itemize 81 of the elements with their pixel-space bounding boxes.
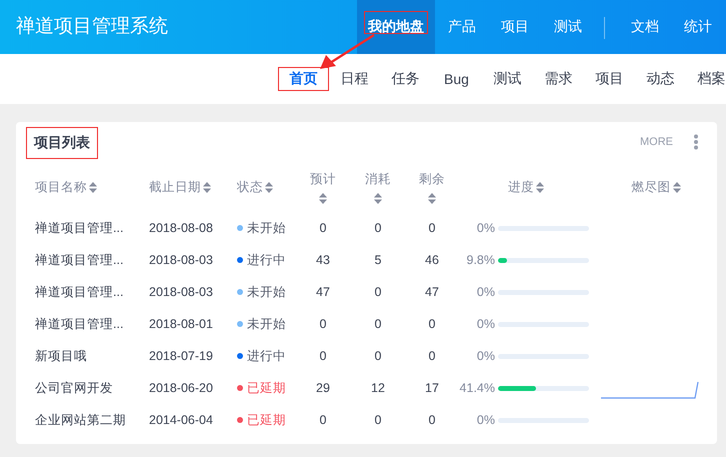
table-cell: 0 bbox=[428, 317, 436, 331]
progress-percent: 0% bbox=[476, 349, 495, 363]
progress-percent: 9.8% bbox=[466, 253, 495, 267]
status-label: 进行中 bbox=[247, 348, 286, 364]
table-cell: 2014-06-04 bbox=[149, 413, 213, 427]
column-header: 预计 bbox=[310, 170, 336, 188]
status-label: 未开始 bbox=[247, 220, 286, 236]
subnav-tab[interactable]: 首页 bbox=[278, 67, 329, 91]
sort-icon[interactable] bbox=[428, 192, 436, 204]
table-cell: 17 bbox=[425, 381, 439, 395]
table-cell: 2018-08-01 bbox=[149, 317, 213, 331]
table-cell: 2018-06-20 bbox=[149, 381, 213, 395]
annotation-arrow bbox=[318, 33, 376, 71]
project-link[interactable]: 企业网站第二期 bbox=[35, 412, 126, 426]
table-cell: 2018-08-03 bbox=[149, 253, 213, 267]
status-label: 未开始 bbox=[247, 316, 286, 332]
table-cell: 0 bbox=[374, 221, 382, 235]
subnav-tab[interactable]: 档案 bbox=[686, 69, 726, 89]
table-cell: 0 bbox=[374, 413, 382, 427]
project-link[interactable]: 禅道项目管理... bbox=[35, 316, 124, 330]
subnav-tab[interactable]: 任务 bbox=[380, 69, 431, 89]
table-cell: 2018-08-03 bbox=[149, 285, 213, 299]
more-options-icon[interactable] bbox=[693, 134, 699, 150]
column-header: 燃尽图 bbox=[632, 178, 670, 196]
subnav-tab[interactable]: 项目 bbox=[584, 69, 635, 89]
status-label: 未开始 bbox=[247, 284, 286, 300]
project-link[interactable]: 禅道项目管理... bbox=[35, 220, 124, 234]
sort-icon[interactable] bbox=[89, 182, 97, 192]
table-cell: 47 bbox=[425, 285, 439, 299]
table-cell: 47 bbox=[316, 285, 330, 299]
progress-percent: 0% bbox=[476, 285, 495, 299]
project-link[interactable]: 新项目哦 bbox=[35, 348, 87, 362]
table-cell: 2018-07-19 bbox=[149, 349, 213, 363]
progress-percent: 41.4% bbox=[458, 381, 495, 395]
column-header: 截止日期 bbox=[149, 178, 201, 196]
table-cell: 2018-08-08 bbox=[149, 221, 213, 235]
sort-icon[interactable] bbox=[319, 192, 327, 204]
table-cell: 0 bbox=[320, 349, 326, 363]
table-cell: 0 bbox=[374, 349, 382, 363]
sort-icon[interactable] bbox=[374, 192, 382, 204]
project-link[interactable]: 禅道项目管理... bbox=[35, 252, 124, 266]
subnav-tab[interactable]: 需求 bbox=[533, 69, 584, 89]
table-cell: 0 bbox=[428, 221, 436, 235]
table-cell: 0 bbox=[428, 349, 436, 363]
sort-icon[interactable] bbox=[536, 182, 544, 192]
status-label: 已延期 bbox=[247, 412, 286, 428]
app-title: 禅道项目管理系统 bbox=[15, 15, 169, 39]
project-link[interactable]: 公司官网开发 bbox=[35, 380, 113, 394]
status-label: 进行中 bbox=[247, 252, 286, 268]
sort-icon[interactable] bbox=[203, 182, 211, 192]
column-header: 项目名称 bbox=[35, 178, 87, 196]
nav-tab[interactable]: 文档 bbox=[618, 0, 671, 54]
column-header: 状态 bbox=[237, 178, 263, 196]
table-cell: 0 bbox=[320, 413, 326, 427]
table-cell: 0 bbox=[374, 285, 382, 299]
table-cell: 5 bbox=[374, 253, 382, 267]
sort-icon[interactable] bbox=[265, 182, 273, 192]
subnav-tab[interactable]: 动态 bbox=[635, 69, 686, 89]
status-label: 已延期 bbox=[247, 380, 286, 396]
column-header: 消耗 bbox=[365, 170, 391, 188]
subnav-tab[interactable]: 日程 bbox=[329, 69, 380, 89]
progress-percent: 0% bbox=[476, 317, 495, 331]
sort-icon[interactable] bbox=[672, 182, 680, 192]
table-cell: 43 bbox=[316, 253, 330, 267]
table-cell: 0 bbox=[320, 221, 326, 235]
table-cell: 12 bbox=[371, 381, 385, 395]
column-header: 剩余 bbox=[419, 170, 445, 188]
subnav-tab[interactable]: 测试 bbox=[482, 69, 533, 89]
progress-percent: 0% bbox=[476, 221, 495, 235]
progress-percent: 0% bbox=[476, 413, 495, 427]
table-cell: 29 bbox=[316, 381, 330, 395]
table-cell: 46 bbox=[425, 253, 439, 267]
subnav-tab[interactable]: Bug bbox=[431, 70, 482, 88]
nav-tab[interactable]: 我的地盘 bbox=[357, 0, 435, 54]
panel-title: 项目列表 bbox=[26, 127, 98, 159]
table-cell: 0 bbox=[320, 317, 326, 331]
table-cell: 0 bbox=[428, 413, 436, 427]
project-link[interactable]: 禅道项目管理... bbox=[35, 284, 124, 298]
table-cell: 0 bbox=[374, 317, 382, 331]
nav-tab[interactable]: 统计 bbox=[671, 0, 724, 54]
column-header: 进度 bbox=[508, 178, 534, 196]
